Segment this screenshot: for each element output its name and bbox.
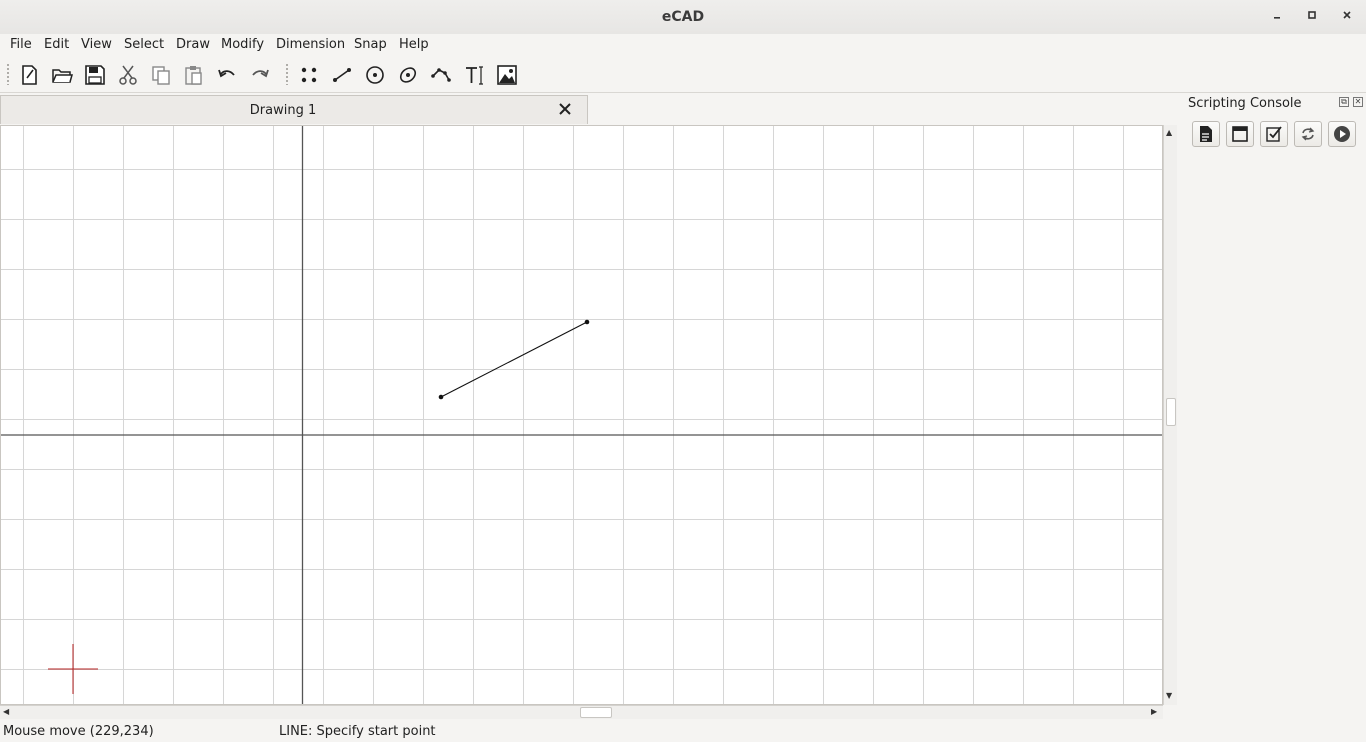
menu-edit[interactable]: Edit [44, 37, 69, 52]
menu-modify[interactable]: Modify [221, 37, 264, 52]
points-button[interactable] [295, 61, 323, 89]
minimize-icon [1274, 17, 1280, 19]
paste-button[interactable] [180, 61, 208, 89]
polyline-icon [431, 68, 451, 82]
main-toolbar [0, 57, 1366, 93]
menu-file[interactable]: File [10, 37, 32, 52]
run-icon [1334, 126, 1350, 142]
menu-snap[interactable]: Snap [354, 37, 387, 52]
new-button[interactable] [15, 61, 43, 89]
line-button[interactable] [328, 61, 356, 89]
copy-icon [152, 66, 170, 85]
drawing-canvas[interactable] [0, 125, 1163, 705]
paste-icon [185, 66, 202, 85]
cut-icon [119, 65, 137, 85]
close-icon [1343, 11, 1351, 19]
refresh-button[interactable] [1294, 121, 1322, 147]
tab-drawing[interactable]: Drawing 1 [0, 95, 588, 124]
open-folder-icon [52, 69, 73, 83]
ellipse-icon [399, 67, 417, 83]
script-file-button[interactable] [1192, 121, 1220, 147]
dock-title: Scripting Console [1188, 96, 1302, 111]
menu-draw[interactable]: Draw [176, 37, 210, 52]
redo-button[interactable] [246, 61, 274, 89]
save-button[interactable] [81, 61, 109, 89]
undo-icon [218, 69, 235, 78]
save-icon [85, 65, 105, 85]
text-icon [466, 66, 483, 85]
window-icon [1232, 126, 1248, 142]
scroll-right-arrow-icon[interactable]: ▶ [1151, 707, 1157, 717]
polyline-button[interactable] [427, 61, 455, 89]
horizontal-scrollbar[interactable]: ◀ ▶ [0, 705, 1163, 719]
menu-select[interactable]: Select [124, 37, 164, 52]
menu-dimension[interactable]: Dimension [276, 37, 345, 52]
checklist-icon [1266, 126, 1282, 142]
open-button[interactable] [48, 61, 76, 89]
refresh-icon [1301, 127, 1315, 141]
check-button[interactable] [1260, 121, 1288, 147]
menu-view[interactable]: View [81, 37, 112, 52]
run-button[interactable] [1328, 121, 1356, 147]
status-command-prompt: LINE: Specify start point [279, 724, 436, 739]
close-window-button[interactable] [1338, 8, 1356, 26]
grid-lines [1, 126, 1162, 704]
window-button[interactable] [1226, 121, 1254, 147]
points-icon [301, 67, 317, 83]
line-endpoint-end [584, 319, 590, 325]
line-icon [333, 68, 351, 82]
vertical-scrollbar[interactable]: ▲ ▼ [1163, 125, 1177, 705]
dock-float-icon[interactable]: ⧉ [1339, 97, 1349, 107]
maximize-button[interactable] [1303, 8, 1321, 26]
close-tab-icon [559, 103, 571, 115]
copy-button[interactable] [147, 61, 175, 89]
cut-button[interactable] [114, 61, 142, 89]
toolbar-grip[interactable] [6, 63, 10, 85]
canvas-svg[interactable] [0, 125, 1163, 705]
undo-button[interactable] [213, 61, 241, 89]
drawn-line [440, 321, 588, 398]
circle-button[interactable] [361, 61, 389, 89]
menu-help[interactable]: Help [399, 37, 429, 52]
status-bar: Mouse move (229,234) LINE: Specify start… [0, 720, 1366, 742]
window-title: eCAD [661, 9, 705, 25]
image-button[interactable] [493, 61, 521, 89]
new-file-icon [22, 65, 37, 85]
menu-bar: File Edit View Select Draw Modify Dimens… [0, 34, 1366, 56]
scroll-left-arrow-icon[interactable]: ◀ [3, 707, 9, 717]
circle-icon [366, 66, 384, 84]
minimize-button[interactable] [1268, 8, 1286, 26]
vertical-scroll-thumb[interactable] [1166, 398, 1176, 426]
scroll-up-arrow-icon[interactable]: ▲ [1166, 128, 1172, 138]
status-mouse-position: Mouse move (229,234) [3, 724, 154, 739]
scroll-down-arrow-icon[interactable]: ▼ [1166, 691, 1172, 701]
maximize-icon [1308, 11, 1316, 19]
line-endpoint-start [438, 394, 444, 400]
scripting-console-dock: Scripting Console ⧉ ✕ [1180, 93, 1366, 719]
dock-close-icon[interactable]: ✕ [1353, 97, 1363, 107]
window-titlebar: eCAD [0, 0, 1366, 34]
image-icon [497, 65, 517, 85]
crosshair-cursor [48, 644, 98, 694]
horizontal-scroll-thumb[interactable] [580, 707, 612, 718]
script-file-icon [1200, 126, 1212, 142]
tab-close-button[interactable] [557, 101, 573, 117]
tab-label: Drawing 1 [249, 103, 317, 118]
ellipse-button[interactable] [394, 61, 422, 89]
text-button[interactable] [460, 61, 488, 89]
redo-icon [252, 69, 269, 78]
toolbar-grip-2[interactable] [285, 63, 289, 85]
